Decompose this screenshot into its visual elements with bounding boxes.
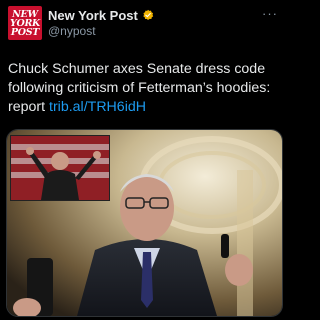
avatar[interactable]: NEW YORK POST <box>8 6 42 40</box>
tweet-media-image[interactable] <box>6 129 283 317</box>
inset-photo <box>10 135 110 201</box>
inset-illustration <box>11 136 109 200</box>
tweet-text: Chuck Schumer axes Senate dress code fol… <box>8 60 280 117</box>
avatar-text-3: POST <box>10 26 40 38</box>
tweet-link[interactable]: trib.al/TRH6idH <box>49 99 146 115</box>
tweet-header: NEW YORK POST New York Post @nypost ··· <box>8 6 280 42</box>
more-options-icon[interactable]: ··· <box>262 6 278 21</box>
display-name[interactable]: New York Post <box>48 8 138 23</box>
verified-badge-icon[interactable] <box>142 9 154 21</box>
account-handle[interactable]: @nypost <box>48 24 96 38</box>
name-row: New York Post <box>48 8 154 23</box>
